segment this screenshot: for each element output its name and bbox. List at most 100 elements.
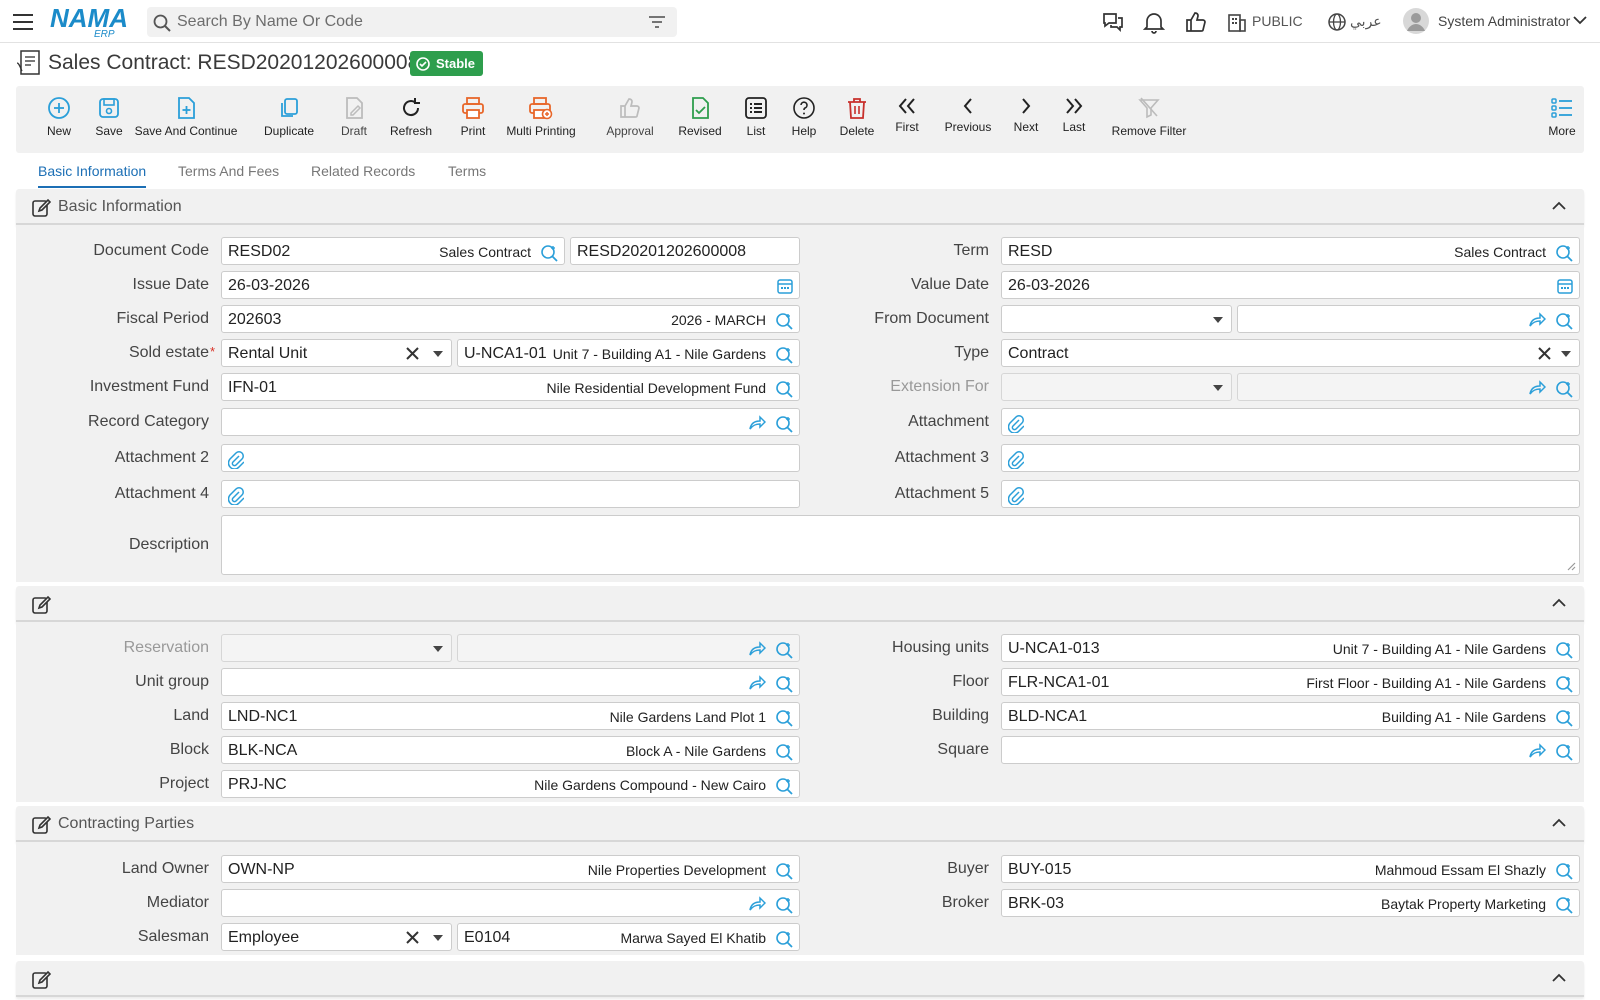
land-owner-field[interactable]: OWN-NP Nile Properties Development [221,855,800,883]
unit-group-field[interactable] [221,668,800,696]
thumbs-up-icon[interactable] [1184,10,1208,34]
reservation-field[interactable] [457,634,800,662]
reservation-type-select[interactable] [221,634,452,662]
share-arrow-icon[interactable] [748,641,766,657]
unit-details-header[interactable] [16,586,1584,622]
chevron-up-icon[interactable] [1552,973,1566,983]
project-field[interactable]: PRJ-NC Nile Gardens Compound - New Cairo [221,770,800,798]
search-input[interactable] [177,7,627,37]
search-plus-icon[interactable] [775,675,793,693]
search-plus-icon[interactable] [775,930,793,948]
share-arrow-icon[interactable] [1528,743,1546,759]
description-textarea[interactable] [221,515,1580,575]
share-arrow-icon[interactable] [748,415,766,431]
save-and-continue-button[interactable]: Save And Continue [130,86,242,153]
tab-terms[interactable]: Terms [448,163,486,186]
last-button[interactable]: Last [1050,86,1098,153]
search-plus-icon[interactable] [1555,862,1573,880]
contracting-parties-header[interactable]: Contracting Parties [16,806,1584,842]
first-button[interactable]: First [882,86,932,153]
sold-estate-type-select[interactable]: Rental Unit [221,339,452,367]
share-arrow-icon[interactable] [748,896,766,912]
search-plus-icon[interactable] [1555,641,1573,659]
value-date-field[interactable]: 26-03-2026 [1001,271,1580,299]
search-plus-icon[interactable] [775,896,793,914]
issue-date-field[interactable]: 26-03-2026 [221,271,800,299]
search-plus-icon[interactable] [775,415,793,433]
from-document-type-select[interactable] [1001,305,1232,333]
document-number-field[interactable]: RESD20201202600008 [570,237,800,265]
extension-for-type-select[interactable] [1001,373,1232,401]
from-document-field[interactable] [1237,305,1580,333]
bell-icon[interactable] [1143,10,1165,34]
land-field[interactable]: LND-NC1 Nile Gardens Land Plot 1 [221,702,800,730]
more-button[interactable]: More [1542,86,1582,153]
record-category-field[interactable] [221,408,800,436]
search-plus-icon[interactable] [1555,380,1573,398]
next-button[interactable]: Next [1002,86,1050,153]
search-plus-icon[interactable] [775,743,793,761]
nama-logo[interactable]: NAMA ERP [50,4,132,38]
salesman-type-select[interactable]: Employee [221,923,452,951]
tab-basic-information[interactable]: Basic Information [38,163,147,188]
search-plus-icon[interactable] [775,346,793,364]
calendar-icon[interactable] [1557,278,1573,294]
type-select[interactable]: Contract [1001,339,1580,367]
delete-button[interactable]: Delete [828,86,886,153]
search-plus-icon[interactable] [1555,743,1573,761]
clear-icon[interactable] [1538,347,1551,360]
chevron-down-icon[interactable] [1573,15,1587,25]
search-plus-icon[interactable] [775,641,793,659]
user-name[interactable]: System Administrator [1438,13,1570,29]
basic-information-header[interactable]: Basic Information [16,189,1584,225]
sold-estate-field[interactable]: U-NCA1-01 Unit 7 - Building A1 - Nile Ga… [457,339,800,367]
share-arrow-icon[interactable] [1528,380,1546,396]
block-field[interactable]: BLK-NCA Block A - Nile Gardens [221,736,800,764]
salesman-field[interactable]: E0104 Marwa Sayed El Khatib [457,923,800,951]
help-button[interactable]: Help [780,86,828,153]
refresh-button[interactable]: Refresh [382,86,440,153]
language-switch[interactable]: عربي [1350,13,1382,30]
chevron-up-icon[interactable] [1552,818,1566,828]
square-field[interactable] [1001,736,1580,764]
clear-icon[interactable] [406,347,419,360]
list-button[interactable]: List [732,86,780,153]
avatar[interactable] [1402,7,1430,35]
search-plus-icon[interactable] [1555,709,1573,727]
approval-button[interactable]: Approval [590,86,670,153]
mediator-field[interactable] [221,889,800,917]
paperclip-icon[interactable] [228,487,244,505]
draft-button[interactable]: Draft [330,86,378,153]
resize-handle-icon[interactable] [1567,562,1576,571]
share-arrow-icon[interactable] [748,675,766,691]
search-plus-icon[interactable] [1555,675,1573,693]
investment-fund-field[interactable]: IFN-01 Nile Residential Development Fund [221,373,800,401]
search-plus-icon[interactable] [775,862,793,880]
menu-icon[interactable] [13,12,35,32]
branch-label[interactable]: PUBLIC [1252,13,1303,29]
revised-button[interactable]: Revised [668,86,732,153]
share-arrow-icon[interactable] [1528,312,1546,328]
search-plus-icon[interactable] [775,312,793,330]
search-plus-icon[interactable] [1555,896,1573,914]
term-field[interactable]: RESD Sales Contract [1001,237,1580,265]
tab-related-records[interactable]: Related Records [311,163,415,186]
duplicate-button[interactable]: Duplicate [255,86,323,153]
search-plus-icon[interactable] [540,244,558,262]
print-button[interactable]: Print [448,86,498,153]
search-plus-icon[interactable] [775,777,793,795]
document-code-field[interactable]: RESD02 Sales Contract [221,237,565,265]
attachment-field[interactable] [1001,408,1580,436]
paperclip-icon[interactable] [1008,415,1024,433]
tab-terms-and-fees[interactable]: Terms And Fees [178,163,279,186]
attachment-4-field[interactable] [221,480,800,508]
remove-filter-button[interactable]: Remove Filter [1096,86,1202,153]
search-plus-icon[interactable] [775,709,793,727]
search-plus-icon[interactable] [1555,244,1573,262]
paperclip-icon[interactable] [1008,487,1024,505]
fiscal-period-field[interactable]: 202603 2026 - MARCH [221,305,800,333]
chevron-up-icon[interactable] [1552,201,1566,211]
chat-icon[interactable] [1101,10,1125,34]
attachment-2-field[interactable] [221,444,800,472]
broker-field[interactable]: BRK-03 Baytak Property Marketing [1001,889,1580,917]
